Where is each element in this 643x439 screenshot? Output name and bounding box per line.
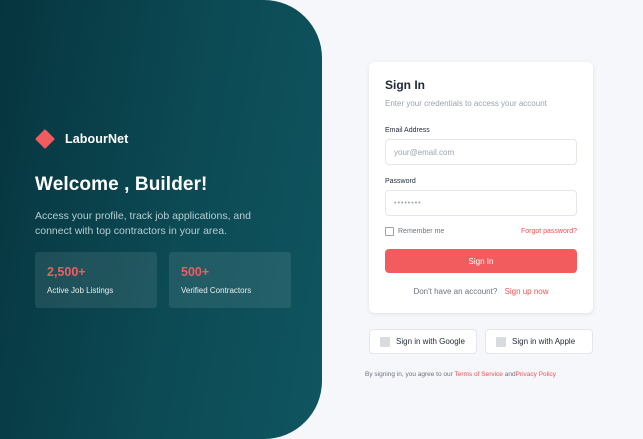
- stat-label: Active Job Listings: [47, 286, 114, 295]
- brand-name: LabourNet: [65, 132, 129, 146]
- terms-of-service-link[interactable]: Terms of Service: [455, 371, 503, 378]
- privacy-policy-link[interactable]: Privacy Policy: [516, 371, 556, 378]
- email-field[interactable]: your@email.com: [385, 139, 577, 165]
- password-field[interactable]: ••••••••: [385, 190, 577, 216]
- terms-and: and: [504, 371, 516, 378]
- google-icon: [380, 336, 390, 347]
- apple-signin-label: Sign in with Apple: [512, 337, 576, 346]
- hero-title: Welcome , Builder!: [35, 174, 208, 195]
- signup-link[interactable]: Sign up now: [505, 287, 549, 296]
- signin-title: Sign In: [385, 78, 425, 92]
- signin-subtitle: Enter your credentials to access your ac…: [385, 99, 547, 108]
- password-label: Password: [385, 178, 416, 185]
- remember-me-label[interactable]: Remember me: [398, 228, 444, 235]
- stat-value: 500+: [181, 265, 210, 279]
- hero-description: Access your profile, track job applicati…: [35, 210, 251, 237]
- apple-icon: [496, 336, 506, 347]
- forgot-password-link[interactable]: Forgot password?: [521, 228, 577, 235]
- google-signin-button[interactable]: Sign in with Google: [369, 329, 477, 354]
- signin-button[interactable]: Sign In: [385, 249, 577, 273]
- stat-card-contractors: 500+ Verified Contractors: [169, 252, 291, 308]
- terms-prefix: By signing in, you agree to our: [365, 371, 453, 378]
- stat-value: 2,500+: [47, 265, 86, 279]
- stat-card-jobs: 2,500+ Active Job Listings: [35, 252, 157, 308]
- brand-logo: LabourNet: [35, 129, 129, 149]
- apple-signin-button[interactable]: Sign in with Apple: [485, 329, 593, 354]
- remember-me-checkbox[interactable]: [385, 227, 394, 236]
- signup-row: Don't have an account? Sign up now: [369, 287, 593, 296]
- hero-panel: LabourNet Welcome , Builder! Access your…: [0, 0, 322, 439]
- stat-label: Verified Contractors: [181, 286, 252, 295]
- email-label: Email Address: [385, 127, 430, 134]
- google-signin-label: Sign in with Google: [396, 337, 465, 346]
- diamond-logo-icon: [35, 129, 55, 149]
- signup-prompt: Don't have an account?: [413, 287, 498, 296]
- terms-notice: By signing in, you agree to our Terms of…: [365, 371, 556, 378]
- signin-card: Sign In Enter your credentials to access…: [369, 62, 593, 313]
